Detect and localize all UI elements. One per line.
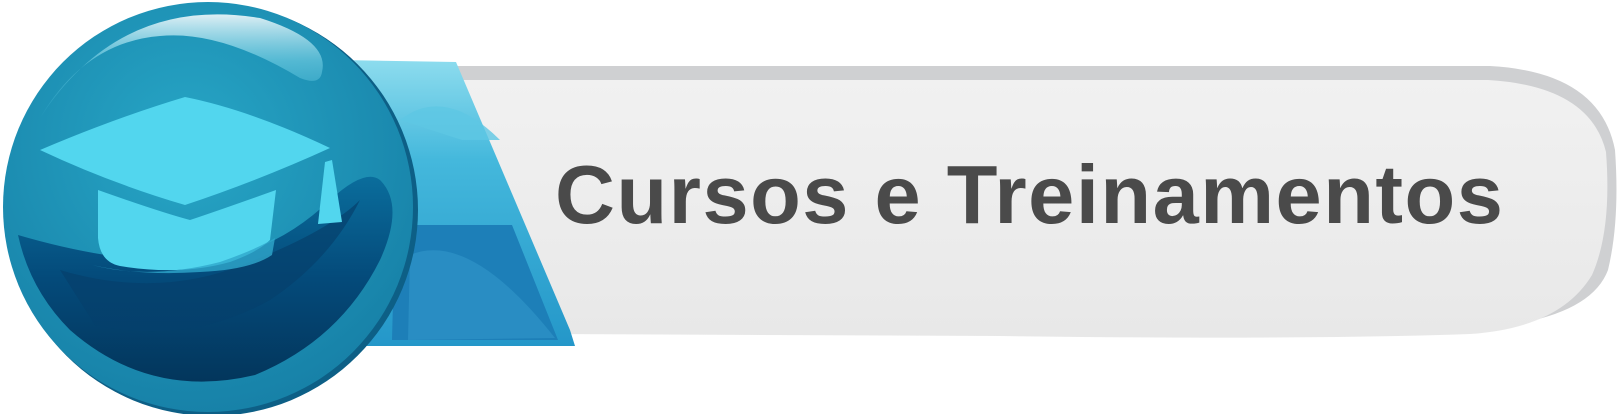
banner-title: Cursos e Treinamentos xyxy=(555,148,1505,241)
course-banner: Cursos e Treinamentos xyxy=(0,0,1622,414)
badge-disc xyxy=(3,2,418,414)
